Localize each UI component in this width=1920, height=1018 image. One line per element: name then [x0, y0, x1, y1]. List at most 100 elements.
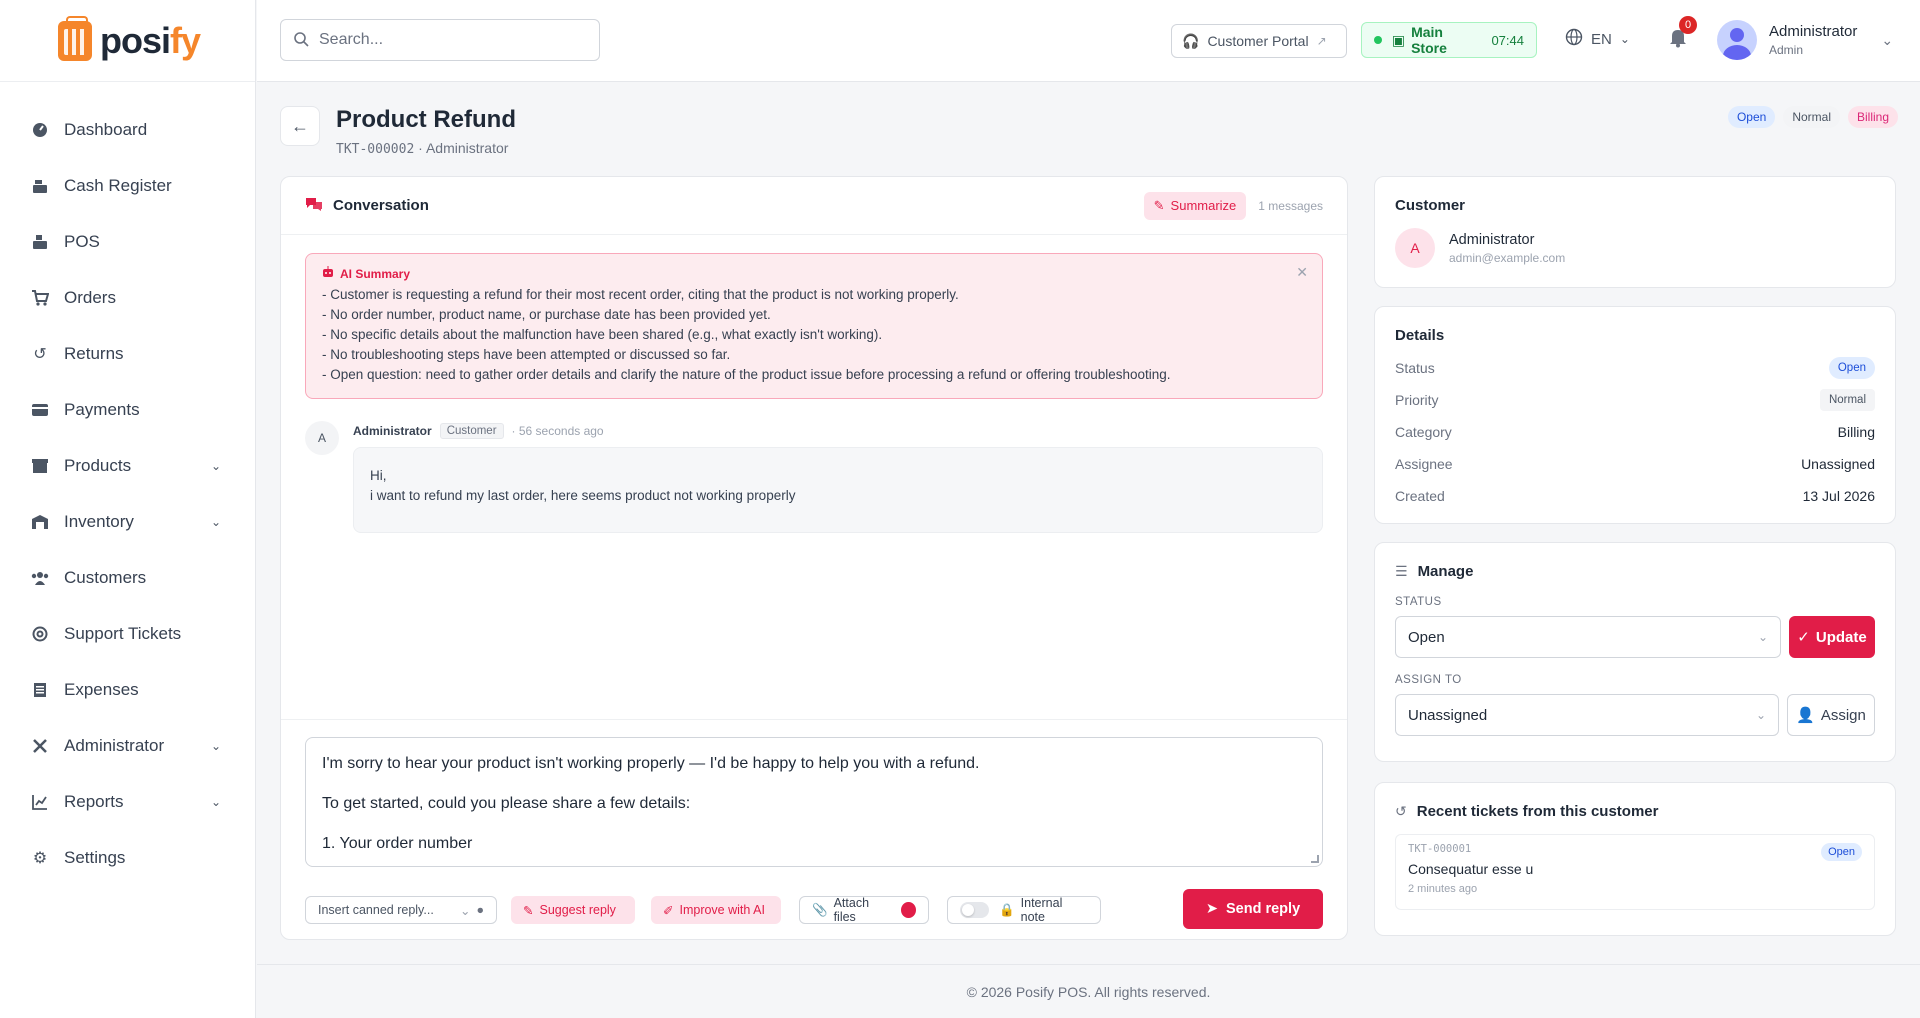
- sidebar-item-label: Customers: [64, 568, 147, 587]
- sidebar-item-dashboard[interactable]: Dashboard: [0, 102, 255, 158]
- resize-handle[interactable]: [1311, 855, 1319, 863]
- status-select[interactable]: Open ⌄: [1395, 616, 1781, 658]
- page-title: Product Refund: [336, 106, 516, 133]
- assign-button[interactable]: 👤 Assign: [1787, 694, 1875, 736]
- sidebar-item-inventory[interactable]: Inventory ⌄: [0, 494, 255, 550]
- canned-reply-select[interactable]: Insert canned reply... ⌄ ●: [305, 896, 497, 924]
- back-button[interactable]: ←: [280, 106, 320, 146]
- sidebar-item-customers[interactable]: Customers: [0, 550, 255, 606]
- sidebar-item-cash-register[interactable]: Cash Register: [0, 158, 255, 214]
- cart-icon: [30, 288, 50, 308]
- summarize-label: Summarize: [1170, 198, 1237, 213]
- brush-icon: ✐: [663, 903, 674, 918]
- chevron-down-icon: ⌄: [1881, 31, 1894, 48]
- language-selector[interactable]: EN ⌄: [1565, 28, 1630, 50]
- improve-ai-button[interactable]: ✐ Improve with AI: [651, 896, 781, 924]
- sidebar-nav: Dashboard Cash Register POS Orders ↺ Ret…: [0, 82, 255, 886]
- ticket-badges: Open Normal Billing: [1727, 106, 1898, 128]
- sidebar-item-administrator[interactable]: Administrator ⌄: [0, 718, 255, 774]
- chevron-down-icon: ⌄: [211, 459, 222, 473]
- recent-tickets-header: ↺ Recent tickets from this customer: [1395, 803, 1875, 820]
- message-time: · 56 seconds ago: [511, 424, 604, 438]
- lifebuoy-icon: [30, 624, 50, 644]
- customer-row[interactable]: A Administrator admin@example.com: [1395, 228, 1875, 268]
- logo[interactable]: posify: [0, 0, 255, 82]
- list-item[interactable]: TKT-000001 Consequatur esse u 2 minutes …: [1395, 834, 1875, 910]
- store-selector[interactable]: ▣ Main Store 07:44: [1361, 22, 1537, 58]
- detail-row-status: Status Open: [1395, 352, 1875, 384]
- reply-line: I'm sorry to hear your product isn't wor…: [322, 755, 980, 772]
- reply-textarea[interactable]: I'm sorry to hear your product isn't wor…: [305, 737, 1323, 867]
- ai-summary-box: AI Summary - Customer is requesting a re…: [305, 253, 1323, 399]
- recent-tickets-title: Recent tickets from this customer: [1416, 803, 1659, 820]
- send-reply-button[interactable]: ➤ Send reply: [1183, 889, 1323, 929]
- message-role-tag: Customer: [439, 423, 504, 439]
- sidebar-item-label: POS: [64, 232, 100, 251]
- sidebar-item-pos[interactable]: POS: [0, 214, 255, 270]
- sidebar-item-label: Expenses: [64, 680, 139, 699]
- attach-files-button[interactable]: 📎 Attach files: [799, 896, 929, 924]
- sidebar-item-settings[interactable]: ⚙ Settings: [0, 830, 255, 886]
- store-time: 07:44: [1491, 32, 1524, 48]
- users-icon: [30, 568, 50, 588]
- sidebar-item-orders[interactable]: Orders: [0, 270, 255, 326]
- sidebar-item-expenses[interactable]: Expenses: [0, 662, 255, 718]
- sliders-icon: ☰: [1395, 563, 1408, 579]
- ticket-subtitle: TKT-000002 · Administrator: [336, 140, 509, 157]
- store-status-dot: [1374, 36, 1382, 44]
- user-menu[interactable]: Administrator Admin ⌄: [1717, 20, 1893, 60]
- warehouse-icon: [30, 512, 50, 532]
- customer-name: Administrator: [1449, 231, 1535, 248]
- customer-card-title: Customer: [1395, 197, 1466, 214]
- sidebar-item-returns[interactable]: ↺ Returns: [0, 326, 255, 382]
- message-bubble: Hi, i want to refund my last order, here…: [353, 447, 1323, 533]
- category-badge: Billing: [1847, 106, 1898, 128]
- topbar: 🎧 Customer Portal ↗ ▣ Main Store 07:44 E…: [257, 0, 1920, 82]
- footer-text: © 2026 Posify POS. All rights reserved.: [966, 983, 1211, 1000]
- dashboard-icon: [30, 120, 50, 140]
- sidebar: posify Dashboard Cash Register POS Order…: [0, 0, 256, 1018]
- ai-summary-line: - Customer is requesting a refund for th…: [322, 287, 959, 302]
- ticket-owner: Administrator: [425, 140, 509, 156]
- close-icon[interactable]: ✕: [1296, 264, 1308, 281]
- assignee-select[interactable]: Unassigned ⌄: [1395, 694, 1779, 736]
- logo-text: posify: [100, 19, 201, 61]
- sidebar-item-label: Dashboard: [64, 120, 148, 139]
- conversation-header: Conversation ✎ Summarize 1 messages: [281, 177, 1347, 235]
- check-icon: ✓: [1797, 629, 1810, 646]
- customer-portal-label: Customer Portal: [1207, 33, 1309, 49]
- tools-icon: [30, 736, 50, 756]
- search-input[interactable]: [319, 31, 599, 49]
- avatar: A: [1395, 228, 1435, 268]
- detail-row-created: Created 13 Jul 2026: [1395, 488, 1875, 504]
- status-badge: Open: [1821, 843, 1862, 861]
- detail-row-assignee: Assignee Unassigned: [1395, 456, 1875, 472]
- toggle-switch[interactable]: [960, 902, 990, 918]
- chevron-down-icon: ⌄: [211, 739, 222, 753]
- internal-note-toggle[interactable]: 🔒 Internal note: [947, 896, 1101, 924]
- ticket-time: 2 minutes ago: [1408, 883, 1478, 895]
- suggest-reply-button[interactable]: ✎ Suggest reply: [511, 896, 635, 924]
- user-check-icon: 👤: [1796, 707, 1815, 724]
- sidebar-item-label: Support Tickets: [64, 624, 182, 643]
- receipt-icon: [30, 680, 50, 700]
- search-box[interactable]: [280, 19, 600, 61]
- sidebar-item-label: Payments: [64, 400, 140, 419]
- sidebar-item-support-tickets[interactable]: Support Tickets: [0, 606, 255, 662]
- ai-summary-line: - No order number, product name, or purc…: [322, 307, 771, 322]
- reply-line: To get started, could you please share a…: [322, 795, 691, 812]
- priority-badge: Normal: [1819, 389, 1875, 411]
- canned-reply-label: Insert canned reply...: [318, 903, 434, 917]
- sidebar-item-reports[interactable]: Reports ⌄: [0, 774, 255, 830]
- manage-title: Manage: [1417, 563, 1474, 580]
- summarize-button[interactable]: ✎ Summarize: [1143, 191, 1247, 220]
- paperclip-icon: 📎: [812, 902, 828, 917]
- conversation-title: Conversation: [333, 197, 429, 214]
- sidebar-item-payments[interactable]: Payments: [0, 382, 255, 438]
- headset-icon: 🎧: [1182, 32, 1200, 49]
- update-button[interactable]: ✓ Update: [1789, 616, 1875, 658]
- customer-portal-button[interactable]: 🎧 Customer Portal ↗: [1171, 24, 1347, 58]
- globe-icon: [1565, 28, 1583, 50]
- sidebar-item-products[interactable]: Products ⌄: [0, 438, 255, 494]
- chevron-down-icon: ⌄: [1619, 32, 1630, 46]
